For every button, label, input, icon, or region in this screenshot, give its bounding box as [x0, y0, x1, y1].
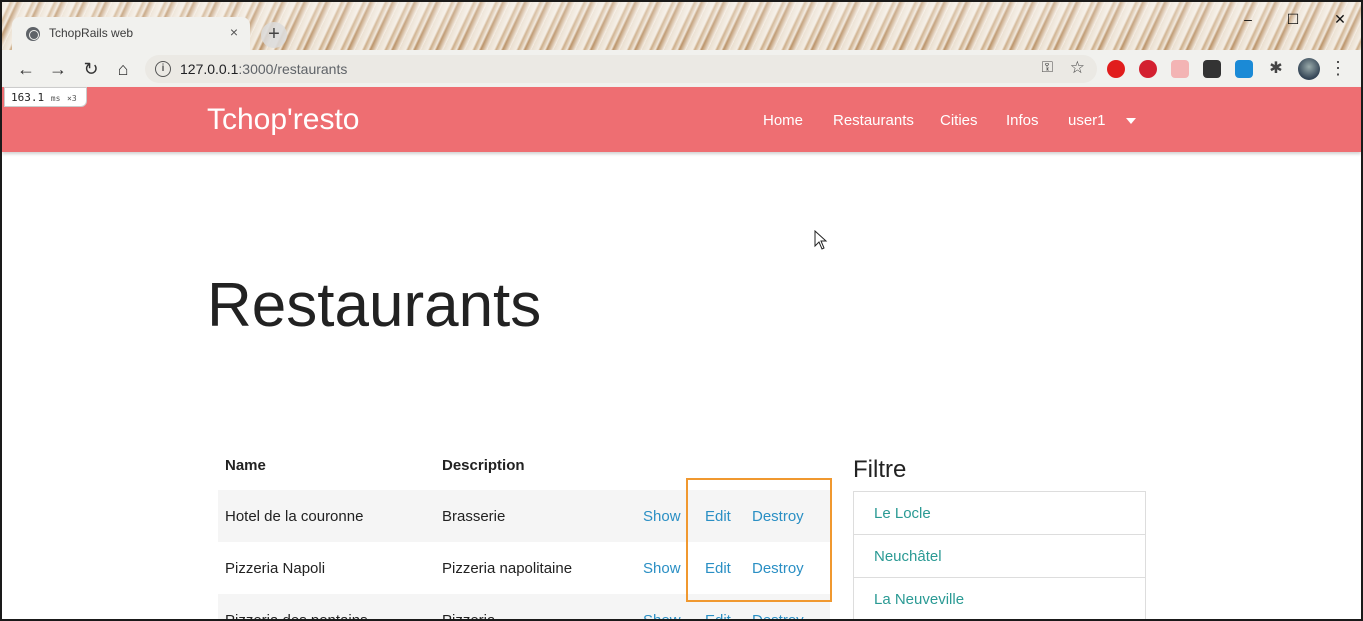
key-icon[interactable]: ⚿: [1042, 59, 1053, 76]
brand-logo[interactable]: Tchop'resto: [207, 103, 359, 137]
destroy-link[interactable]: Destroy: [752, 560, 804, 577]
tab-close-icon[interactable]: ×: [226, 24, 242, 40]
column-header-description: Description: [442, 456, 525, 474]
extension-opera-icon[interactable]: [1107, 60, 1125, 78]
restaurant-name: Pizzeria des pontains: [218, 594, 435, 619]
browser-tab[interactable]: TchopRails web ×: [12, 17, 250, 50]
column-header-destroy: [745, 440, 830, 490]
restaurant-description: Pizzeria napolitaine: [442, 559, 573, 577]
timing-badge: 163.1 ms ×3: [4, 87, 87, 107]
table-header-row: Name Description: [218, 440, 830, 490]
back-arrow-icon[interactable]: ←: [14, 57, 38, 81]
show-link[interactable]: Show: [643, 560, 681, 577]
mouse-cursor-icon: [814, 230, 828, 250]
dropdown-caret-icon[interactable]: [1126, 118, 1136, 124]
globe-icon: [26, 27, 40, 41]
extension-icon[interactable]: [1171, 60, 1189, 78]
edit-link[interactable]: Edit: [705, 560, 731, 577]
table-row: Pizzeria des pontains Pizzeria Show Edit…: [218, 594, 830, 620]
nav-infos[interactable]: Infos: [1006, 112, 1039, 129]
column-header-show: [636, 440, 698, 490]
minimize-button[interactable]: –: [1236, 8, 1260, 30]
profile-avatar[interactable]: [1298, 58, 1320, 80]
restaurant-name: Hotel de la couronne: [218, 490, 435, 542]
new-tab-button[interactable]: +: [261, 22, 287, 48]
extension-pinterest-icon[interactable]: [1139, 60, 1157, 78]
edit-link[interactable]: Edit: [705, 508, 731, 525]
table-row: Hotel de la couronne Brasserie Show Edit…: [218, 490, 830, 542]
forward-arrow-icon[interactable]: →: [46, 57, 70, 81]
browser-window: TchopRails web × + – ☐ ✕ ← → ↻ ⌂ i 127.0…: [0, 0, 1363, 621]
nav-user-menu[interactable]: user1: [1068, 112, 1106, 129]
nav-home[interactable]: Home: [763, 112, 803, 129]
url-text[interactable]: 127.0.0.1:3000/restaurants: [180, 61, 347, 77]
browser-toolbar: ← → ↻ ⌂ i 127.0.0.1:3000/restaurants ⚿ ☆…: [2, 50, 1361, 87]
home-icon[interactable]: ⌂: [111, 57, 135, 81]
info-icon[interactable]: i: [155, 61, 171, 77]
close-window-button[interactable]: ✕: [1328, 8, 1352, 30]
app-navbar: Tchop'resto Home Restaurants Cities Info…: [2, 87, 1361, 152]
address-bar[interactable]: i 127.0.0.1:3000/restaurants ⚿ ☆: [145, 55, 1097, 83]
filter-item-neuchatel[interactable]: Neuchâtel: [854, 535, 1145, 578]
edit-link[interactable]: Edit: [705, 612, 731, 620]
menu-kebab-icon[interactable]: ⋮: [1329, 57, 1347, 79]
restaurant-description: Brasserie: [435, 490, 636, 542]
extension-icon[interactable]: [1203, 60, 1221, 78]
destroy-link[interactable]: Destroy: [752, 612, 804, 620]
extensions-icon[interactable]: ✱: [1267, 60, 1285, 78]
restaurant-description: Pizzeria: [435, 594, 636, 619]
column-header-edit: [698, 440, 745, 490]
show-link[interactable]: Show: [643, 612, 681, 620]
page-title: Restaurants: [207, 271, 542, 340]
filter-item-la-neuveville[interactable]: La Neuveville: [854, 578, 1145, 619]
restaurant-name: Pizzeria Napoli: [225, 559, 326, 577]
filter-list: Le Locle Neuchâtel La Neuveville: [853, 491, 1146, 619]
table-row: Pizzeria Napoli Pizzeria napolitaine Sho…: [218, 542, 830, 594]
destroy-link[interactable]: Destroy: [752, 508, 804, 525]
filter-item-le-locle[interactable]: Le Locle: [854, 492, 1145, 535]
tab-title: TchopRails web: [49, 26, 134, 40]
restaurants-table: Name Description Hotel de la couronne Br…: [218, 440, 830, 620]
extension-icon[interactable]: [1235, 60, 1253, 78]
reload-icon[interactable]: ↻: [79, 57, 103, 81]
column-header-name: Name: [225, 456, 266, 474]
nav-cities[interactable]: Cities: [940, 112, 978, 129]
show-link[interactable]: Show: [643, 508, 681, 525]
filter-title: Filtre: [853, 456, 907, 483]
star-icon[interactable]: ☆: [1070, 58, 1085, 78]
nav-restaurants[interactable]: Restaurants: [833, 112, 914, 129]
maximize-button[interactable]: ☐: [1281, 8, 1305, 30]
